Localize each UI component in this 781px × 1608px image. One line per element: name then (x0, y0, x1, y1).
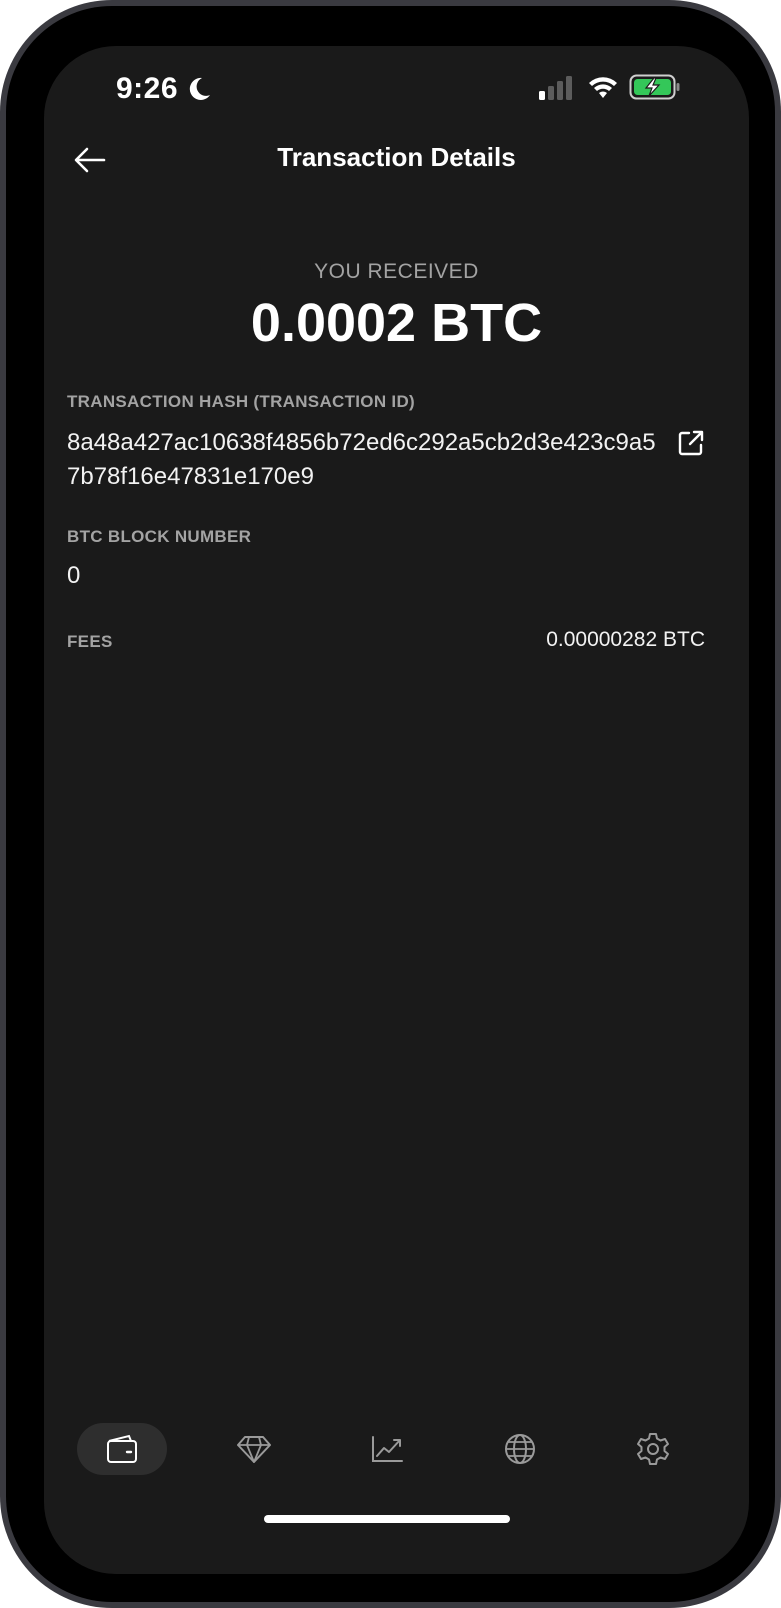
globe-icon (505, 1434, 535, 1464)
block-number-label: BTC BLOCK NUMBER (67, 527, 252, 546)
tab-browser[interactable] (475, 1423, 565, 1475)
gear-icon (637, 1433, 669, 1465)
moon-icon (189, 77, 210, 100)
external-link-icon (678, 430, 704, 456)
tab-assets[interactable] (209, 1423, 299, 1475)
fees-label: FEES (67, 632, 113, 651)
transaction-hash-value: 8a48a427ac10638f4856b72ed6c292a5cb2d3e42… (67, 429, 656, 490)
open-in-explorer-button[interactable] (674, 426, 708, 460)
wallet-icon (107, 1434, 137, 1463)
diamond-icon (237, 1436, 271, 1463)
app-screen: 9:26 Transaction Details YOU RECEIVED 0.… (44, 46, 749, 1574)
received-amount: 0.0002 BTC (250, 293, 543, 353)
home-indicator[interactable] (264, 1515, 510, 1523)
page-title: Transaction Details (277, 142, 516, 172)
block-number-value: 0 (67, 562, 81, 589)
wifi-icon (589, 77, 617, 98)
tab-settings[interactable] (608, 1423, 698, 1475)
bottom-tab-bar (44, 1410, 749, 1490)
status-time: 9:26 (116, 72, 179, 105)
transaction-hash-label: TRANSACTION HASH (TRANSACTION ID) (67, 392, 415, 411)
chart-line-icon (372, 1436, 403, 1462)
phone-frame: 9:26 Transaction Details YOU RECEIVED 0.… (0, 0, 781, 1608)
received-label: YOU RECEIVED (314, 260, 479, 283)
fees-value: 0.00000282 BTC (546, 628, 705, 651)
tab-wallet[interactable] (77, 1423, 167, 1475)
tab-market[interactable] (342, 1423, 432, 1475)
phone-bezel: 9:26 Transaction Details YOU RECEIVED 0.… (6, 6, 775, 1602)
battery-charging-icon (629, 74, 680, 100)
cellular-signal-icon (539, 76, 572, 100)
